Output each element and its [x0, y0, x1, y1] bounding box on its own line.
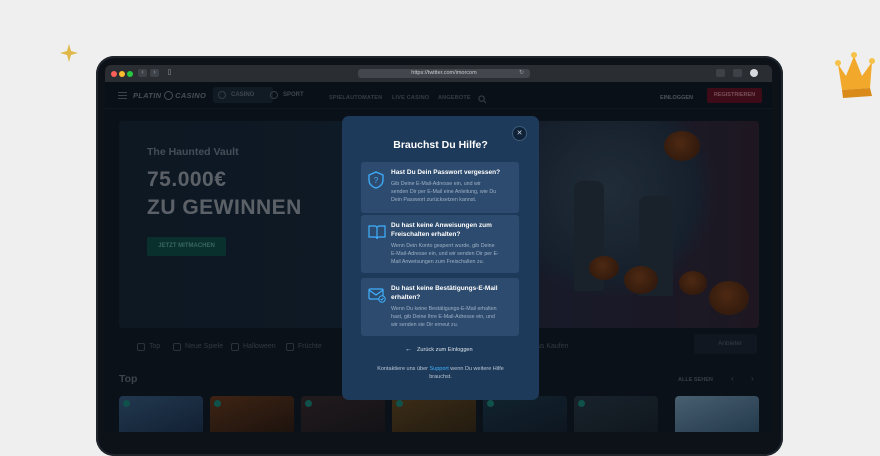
card-text-line: wir senden sie Dir erneut zu.: [391, 322, 459, 329]
footer-text: brauchst.: [429, 374, 452, 380]
sidebar-icon[interactable]: ▯: [165, 69, 174, 77]
download-icon[interactable]: [750, 69, 758, 77]
minimize-window-icon[interactable]: [119, 71, 125, 77]
tabs-icon[interactable]: [733, 69, 742, 77]
footer-text: Kontaktiere uns über: [377, 366, 428, 372]
help-card-confirmation[interactable]: Du hast keine Bestätigungs-E-Mail erhalt…: [361, 278, 519, 336]
close-window-icon[interactable]: [111, 71, 117, 77]
card-title: Du hast keine Anweisungen zum Freischalt…: [391, 222, 492, 238]
card-text-line: E-Mail-Adresse ein, und wir senden Dir p…: [391, 251, 499, 258]
url-bar[interactable]: https://twitter.com/imorcom: [358, 69, 530, 78]
sparkle-icon: [60, 44, 78, 67]
card-title: Hast Du Dein Passwort vergessen?: [391, 169, 501, 176]
shield-question-icon: ?: [368, 171, 384, 194]
crown-icon: [832, 46, 880, 105]
mail-check-icon: [368, 287, 386, 308]
support-link[interactable]: Support: [430, 366, 449, 372]
help-card-password[interactable]: ? Hast Du Dein Passwort vergessen? Gib D…: [361, 162, 519, 213]
svg-text:?: ?: [374, 176, 379, 185]
card-text-line: Dein Passwort zurücksetzen kannst.: [391, 197, 477, 204]
card-text-line: senden Dir per E-Mail eine Anleitung, wi…: [391, 189, 497, 196]
help-card-unlock[interactable]: Du hast keine Anweisungen zum Freischalt…: [361, 215, 519, 273]
modal-footer: Kontaktiere uns über Support wenn Du wei…: [362, 365, 519, 381]
card-text-line: Wenn Dein Konto gesperrt wurde, gib Dein…: [391, 243, 495, 249]
card-title: Du hast keine Bestätigungs-E-Mail erhalt…: [391, 285, 498, 301]
reload-icon[interactable]: ↻: [517, 69, 526, 77]
card-text-line: Mail Anweisungen zum Freischalten zu.: [391, 259, 485, 266]
modal-title: Brauchst Du Hilfe?: [393, 139, 488, 151]
card-text: Gib Deine E-Mail-Adresse ein, und wir se…: [391, 180, 515, 205]
share-icon[interactable]: [716, 69, 725, 77]
card-text: Wenn Dein Konto gesperrt wurde, gib Dein…: [391, 242, 515, 267]
back-icon[interactable]: ‹: [138, 69, 147, 77]
arrow-left-icon[interactable]: ←: [405, 346, 412, 353]
card-text-line: Wenn Du keine Bestätigungs-E-Mail erhalt…: [391, 306, 497, 312]
browser-toolbar: ‹ › ▯ https://twitter.com/imorcom ↻: [105, 65, 772, 82]
forward-icon[interactable]: ›: [150, 69, 159, 77]
footer-text: wenn Du weitere Hilfe: [450, 366, 504, 372]
card-text-line: Gib Deine E-Mail-Adresse ein, und wir: [391, 181, 481, 187]
back-to-login-link[interactable]: Zurück zum Einloggen: [417, 347, 473, 353]
card-text: Wenn Du keine Bestätigungs-E-Mail erhalt…: [391, 305, 515, 330]
book-icon: [368, 224, 386, 245]
maximize-window-icon[interactable]: [127, 71, 133, 77]
card-text-line: hast, gib Deine Ihre E-Mail-Adresse ein,…: [391, 314, 495, 321]
